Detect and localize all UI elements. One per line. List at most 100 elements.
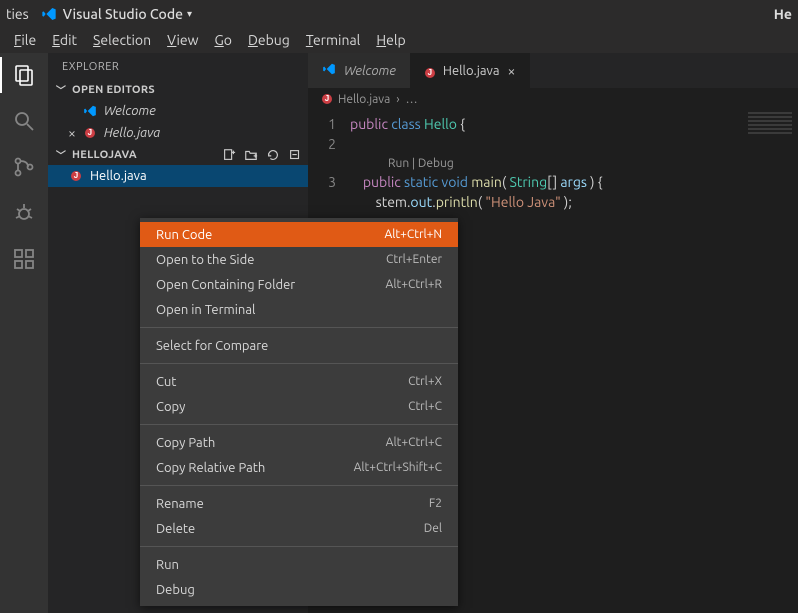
menu-item-copy[interactable]: CopyCtrl+C — [140, 394, 458, 419]
menu-file[interactable]: File — [14, 32, 36, 48]
menu-item-label: Copy Path — [156, 436, 386, 450]
menu-go[interactable]: Go — [214, 32, 232, 48]
file-label: Hello.java — [104, 126, 160, 140]
menu-item-delete[interactable]: DeleteDel — [140, 516, 458, 541]
close-icon[interactable]: × — [508, 63, 516, 79]
os-top-bar: ties Visual Studio Code ▾ He — [0, 0, 798, 27]
file-label: Welcome — [104, 104, 156, 118]
menu-item-label: Rename — [156, 497, 429, 511]
menu-separator — [140, 363, 458, 364]
menu-item-label: Copy Relative Path — [156, 461, 354, 475]
tab-welcome[interactable]: Welcome — [308, 53, 411, 88]
menu-item-rename[interactable]: RenameF2 — [140, 491, 458, 516]
chevron-down-icon: ﹀ — [54, 147, 68, 162]
chevron-down-icon: ﹀ — [54, 82, 68, 97]
menubar: File Edit Selection View Go Debug Terminal Help — [0, 27, 798, 53]
menu-item-open-to-the-side[interactable]: Open to the SideCtrl+Enter — [140, 247, 458, 272]
sidebar-title: EXPLORER — [48, 53, 308, 79]
close-icon[interactable]: × — [68, 126, 76, 140]
codelens[interactable]: Run | Debug — [350, 154, 798, 172]
app-name[interactable]: Visual Studio Code — [63, 6, 183, 22]
java-icon — [82, 128, 98, 138]
line-number: 3 — [308, 172, 336, 192]
code-line[interactable]: public class Hello { — [350, 114, 798, 134]
menu-item-label: Debug — [156, 583, 442, 597]
open-editors-header[interactable]: ﹀ OPEN EDITORS — [48, 79, 308, 100]
menu-edit[interactable]: Edit — [52, 32, 77, 48]
project-header[interactable]: ﹀ HELLOJAVA — [48, 144, 308, 165]
tab-label: Hello.java — [443, 64, 500, 78]
breadcrumb-separator-icon: › — [396, 93, 399, 106]
menu-selection[interactable]: Selection — [93, 32, 151, 48]
breadcrumb[interactable]: Hello.java › … — [308, 88, 798, 110]
menu-view[interactable]: View — [167, 32, 198, 48]
menu-item-select-for-compare[interactable]: Select for Compare — [140, 333, 458, 358]
new-folder-icon[interactable] — [244, 148, 258, 162]
menu-item-label: Copy — [156, 400, 408, 414]
tab-hello-java[interactable]: Hello.java × — [411, 53, 531, 88]
menu-item-shortcut: Ctrl+C — [408, 400, 442, 413]
menu-item-shortcut: Alt+Ctrl+R — [386, 278, 442, 291]
java-icon — [425, 64, 435, 78]
menu-item-copy-relative-path[interactable]: Copy Relative PathAlt+Ctrl+Shift+C — [140, 455, 458, 480]
vscode-icon — [82, 104, 98, 118]
menu-item-shortcut: Alt+Ctrl+C — [386, 436, 442, 449]
menu-item-shortcut: Del — [424, 522, 442, 535]
menu-item-label: Open Containing Folder — [156, 278, 386, 292]
menu-debug[interactable]: Debug — [248, 32, 290, 48]
file-label: Hello.java — [90, 169, 147, 183]
vscode-icon — [41, 6, 57, 22]
menu-item-cut[interactable]: CutCtrl+X — [140, 369, 458, 394]
menu-separator — [140, 424, 458, 425]
new-file-icon[interactable] — [222, 148, 236, 162]
java-icon — [322, 94, 332, 104]
code-line[interactable]: public static void main( String[] args )… — [350, 172, 798, 192]
editor-tabs: Welcome Hello.java × — [308, 53, 798, 88]
tab-label: Welcome — [344, 64, 396, 78]
extensions-icon[interactable] — [10, 245, 38, 273]
menu-item-copy-path[interactable]: Copy PathAlt+Ctrl+C — [140, 430, 458, 455]
line-number: 1 — [308, 114, 336, 134]
dropdown-arrow-icon[interactable]: ▾ — [187, 8, 192, 20]
menu-item-shortcut: Alt+Ctrl+N — [384, 228, 442, 241]
menu-item-label: Delete — [156, 522, 424, 536]
menu-item-shortcut: Alt+Ctrl+Shift+C — [354, 461, 442, 474]
menu-item-label: Cut — [156, 375, 408, 389]
minimap[interactable] — [742, 110, 798, 320]
menu-item-open-containing-folder[interactable]: Open Containing FolderAlt+Ctrl+R — [140, 272, 458, 297]
menu-terminal[interactable]: Terminal — [306, 32, 361, 48]
menu-item-open-in-terminal[interactable]: Open in Terminal — [140, 297, 458, 322]
breadcrumb-more: … — [406, 93, 418, 106]
explorer-icon[interactable] — [10, 61, 38, 89]
project-file-item[interactable]: Hello.java — [48, 165, 308, 187]
source-control-icon[interactable] — [10, 153, 38, 181]
menu-item-label: Select for Compare — [156, 339, 442, 353]
menu-item-label: Open to the Side — [156, 253, 386, 267]
refresh-icon[interactable] — [266, 148, 280, 162]
activity-bar — [0, 53, 48, 613]
open-editor-item[interactable]: ×Welcome — [48, 100, 308, 122]
context-menu: Run CodeAlt+Ctrl+NOpen to the SideCtrl+E… — [140, 218, 458, 606]
menu-item-run-code[interactable]: Run CodeAlt+Ctrl+N — [140, 222, 458, 247]
menu-item-label: Run Code — [156, 228, 384, 242]
menu-item-debug[interactable]: Debug — [140, 577, 458, 602]
collapse-all-icon[interactable] — [288, 148, 302, 162]
code-line[interactable] — [350, 134, 798, 154]
java-icon — [68, 171, 84, 181]
debug-icon[interactable] — [10, 199, 38, 227]
menu-item-shortcut: F2 — [429, 497, 442, 510]
menu-separator — [140, 485, 458, 486]
activities-label[interactable]: ties — [6, 6, 29, 22]
menu-item-label: Open in Terminal — [156, 303, 442, 317]
open-editors-label: OPEN EDITORS — [72, 84, 302, 96]
menu-item-run[interactable]: Run — [140, 552, 458, 577]
menu-item-shortcut: Ctrl+Enter — [386, 253, 442, 266]
line-number: 2 — [308, 134, 336, 154]
open-editor-item[interactable]: × Hello.java — [48, 122, 308, 144]
code-editor[interactable]: 12 3 public class Hello { Run | Debug pub… — [308, 110, 798, 212]
search-icon[interactable] — [10, 107, 38, 135]
code-line[interactable]: stem.out.println( "Hello Java" ); — [350, 192, 798, 212]
menu-help[interactable]: Help — [376, 32, 405, 48]
vscode-icon — [322, 62, 336, 79]
menu-separator — [140, 546, 458, 547]
